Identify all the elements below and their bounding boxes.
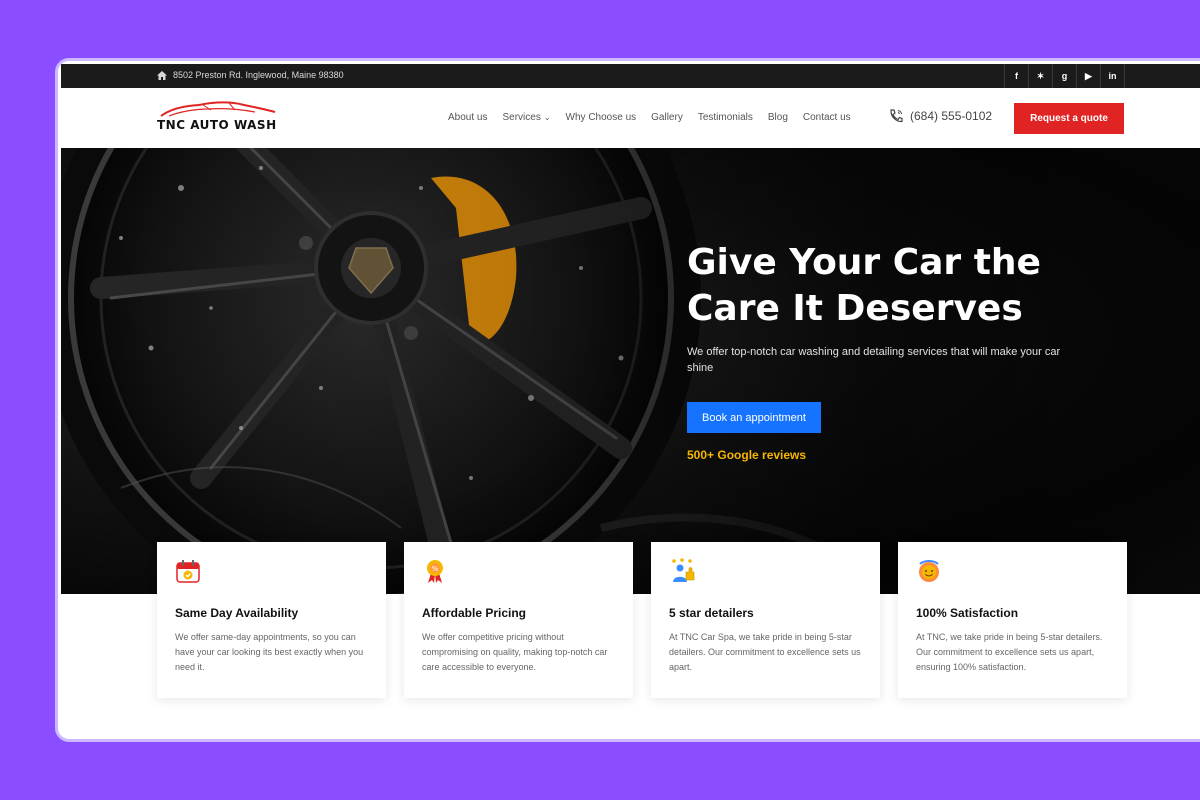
nav-item-services[interactable]: Services ⌄ (502, 112, 550, 123)
hero-section: Give Your Car the Care It Deserves We of… (61, 148, 1200, 594)
book-appointment-button[interactable]: Book an appointment (687, 402, 821, 433)
logo[interactable]: TNC AUTO WASH (157, 100, 287, 134)
phone-link[interactable]: (684) 555-0102 (888, 108, 992, 124)
feature-title: 100% Satisfaction (916, 606, 1019, 620)
feature-title: Affordable Pricing (422, 606, 527, 620)
hero-subtitle: We offer top-notch car washing and detai… (687, 346, 1061, 374)
calendar-icon (176, 560, 200, 583)
thumbs-up-icon (672, 558, 695, 582)
linkedin-icon[interactable]: in (1101, 64, 1125, 88)
phone-number: (684) 555-0102 (910, 109, 993, 123)
social-links: f ✶ g ▶ in (1004, 64, 1125, 88)
logo-text: TNC AUTO WASH (157, 118, 277, 132)
address-text: 8502 Preston Rd. Inglewood, Maine 98380 (173, 70, 344, 80)
feature-card: 5 star detailers At TNC Car Spa, we take… (651, 542, 880, 698)
nav-item-services-label: Services (502, 112, 541, 123)
chevron-down-icon: ⌄ (543, 113, 551, 122)
badge-icon: % (427, 560, 443, 583)
feature-text: At TNC Car Spa, we take pride in being 5… (669, 632, 861, 672)
feature-title: Same Day Availability (175, 606, 299, 620)
nav-item-testimonials[interactable]: Testimonials (698, 112, 753, 123)
facebook-icon[interactable]: f (1005, 64, 1029, 88)
page-viewport: 8502 Preston Rd. Inglewood, Maine 98380 … (61, 64, 1200, 739)
twitter-icon[interactable]: ✶ (1029, 64, 1053, 88)
home-icon (157, 70, 167, 80)
google-icon[interactable]: g (1053, 64, 1077, 88)
feature-card: % Affordable Pricing We offer competitiv… (404, 542, 633, 698)
satisfaction-icon (919, 560, 939, 582)
nav-item-blog[interactable]: Blog (768, 112, 788, 123)
feature-card: 100% Satisfaction At TNC, we take pride … (898, 542, 1127, 698)
nav-item-contact[interactable]: Contact us (803, 112, 851, 123)
nav-item-about[interactable]: About us (448, 112, 487, 123)
nav-item-gallery[interactable]: Gallery (651, 112, 683, 123)
phone-icon (890, 109, 903, 123)
main-nav: About us Services ⌄ Why Choose us Gallery… (448, 112, 851, 123)
feature-text: We offer competitive pricing without com… (422, 632, 608, 672)
nav-item-why-choose-us[interactable]: Why Choose us (566, 112, 637, 123)
car-silhouette-icon (160, 101, 276, 117)
google-reviews-link[interactable]: 500+ Google reviews (687, 448, 806, 462)
svg-text:%: % (432, 565, 439, 573)
feature-cards: Same Day Availability We offer same-day … (157, 542, 1127, 698)
address: 8502 Preston Rd. Inglewood, Maine 98380 (157, 70, 344, 80)
request-quote-button[interactable]: Request a quote (1014, 103, 1124, 134)
top-bar: 8502 Preston Rd. Inglewood, Maine 98380 … (61, 64, 1200, 88)
site-header: TNC AUTO WASH About us Services ⌄ Why Cho… (61, 88, 1200, 148)
feature-text: We offer same-day appointments, so you c… (175, 632, 364, 672)
feature-title: 5 star detailers (669, 606, 754, 620)
youtube-icon[interactable]: ▶ (1077, 64, 1101, 88)
browser-frame: 8502 Preston Rd. Inglewood, Maine 98380 … (55, 58, 1200, 742)
feature-card: Same Day Availability We offer same-day … (157, 542, 386, 698)
feature-text: At TNC, we take pride in being 5-star de… (916, 632, 1103, 672)
hero-title: Give Your Car the Care It Deserves (687, 242, 1041, 329)
